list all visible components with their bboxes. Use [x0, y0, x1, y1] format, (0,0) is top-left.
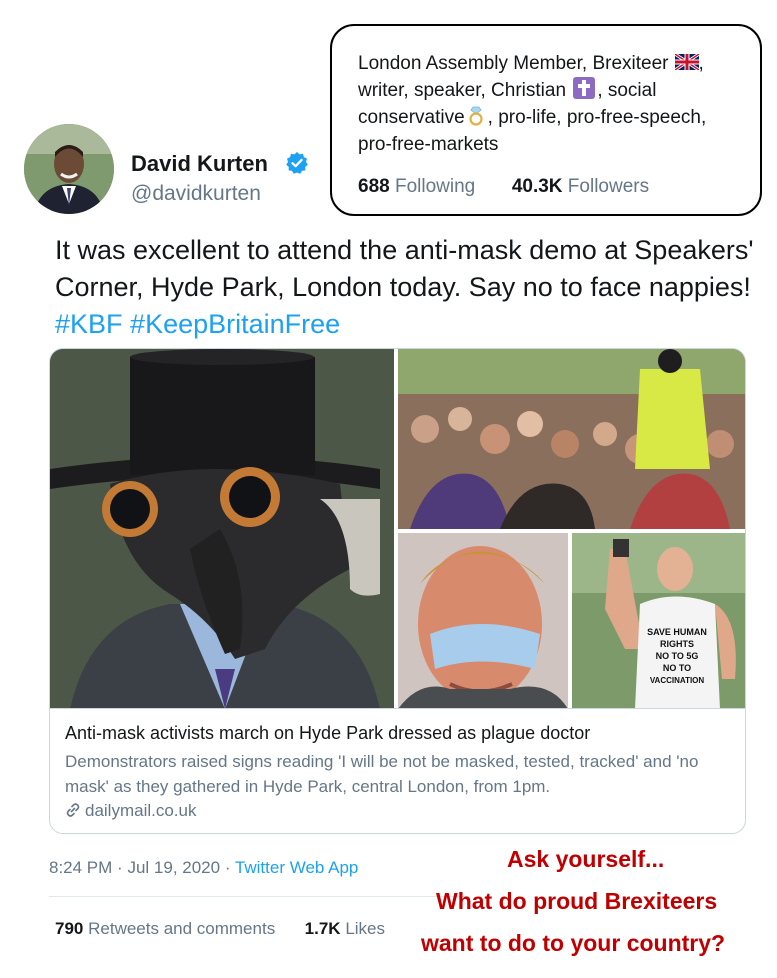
tweet-date[interactable]: Jul 19, 2020: [127, 858, 220, 877]
crowd-photo: [398, 349, 745, 529]
retweets-label: Retweets and comments: [88, 919, 276, 938]
meta-separator: ·: [117, 858, 123, 877]
card-domain-link[interactable]: dailymail.co.uk: [65, 801, 197, 821]
sign-holder-photo: SAVE HUMAN RIGHTS NO TO 5G NO TO VACCINA…: [572, 533, 745, 709]
retweets-link[interactable]: 790 Retweets and comments: [55, 919, 275, 938]
profile-handle[interactable]: @davidkurten: [131, 182, 261, 206]
sign-line-3: NO TO 5G: [656, 651, 699, 661]
hashtag-kbf[interactable]: #KBF: [55, 309, 123, 339]
bio-text: London Assembly Member, Brexiteer , writ…: [358, 50, 744, 158]
caption-line-1: Ask yourself...: [507, 846, 665, 872]
tweet-source-link[interactable]: Twitter Web App: [235, 858, 358, 877]
sign-line-5: VACCINATION: [650, 676, 705, 685]
hashtag-keepbritainfree[interactable]: #KeepBritainFree: [130, 309, 340, 339]
meta-separator-2: ·: [224, 858, 231, 877]
followers-label: Followers: [567, 176, 650, 197]
tweet-body: It was excellent to attend the anti-mask…: [55, 235, 754, 302]
card-domain: dailymail.co.uk: [85, 801, 197, 820]
sign-line-1: SAVE HUMAN: [647, 627, 707, 637]
caption-line-3: want to do to your country?: [421, 930, 726, 956]
divider: [49, 896, 469, 897]
verified-badge-icon: [285, 151, 309, 175]
link-icon: [66, 803, 80, 817]
ring-icon: [469, 106, 483, 126]
plague-doctor-photo: [50, 349, 394, 709]
retweets-count: 790: [55, 919, 84, 938]
followers-link[interactable]: 40.3K Followers: [512, 176, 649, 197]
avatar[interactable]: [24, 124, 114, 214]
followers-count: 40.3K: [511, 176, 563, 197]
tweet-meta: 8:24 PM · Jul 19, 2020 · Twitter Web App: [49, 858, 358, 878]
masked-man-photo: [398, 533, 568, 709]
engagement-stats: 790 Retweets and comments 1.7K Likes: [55, 919, 385, 939]
avatar-image: [24, 124, 114, 214]
following-link[interactable]: 688 Following: [358, 176, 475, 197]
tweet-text: It was excellent to attend the anti-mask…: [55, 232, 760, 343]
following-count: 688: [358, 176, 390, 197]
tweet-time[interactable]: 8:24 PM: [49, 858, 112, 877]
bio-part-1: London Assembly Member, Brexiteer: [358, 53, 669, 74]
card-title[interactable]: Anti-mask activists march on Hyde Park d…: [65, 723, 590, 744]
link-card[interactable]: SAVE HUMAN RIGHTS NO TO 5G NO TO VACCINA…: [49, 348, 746, 834]
card-description: Demonstrators raised signs reading 'I wi…: [65, 752, 699, 796]
profile-name[interactable]: David Kurten: [131, 151, 268, 177]
latin-cross-icon: [573, 77, 596, 99]
sign-line-2: RIGHTS: [660, 639, 694, 649]
likes-count: 1.7K: [304, 919, 341, 938]
following-label: Following: [394, 176, 476, 197]
likes-label: Likes: [345, 919, 386, 938]
card-image-collage[interactable]: SAVE HUMAN RIGHTS NO TO 5G NO TO VACCINA…: [50, 349, 745, 709]
likes-link[interactable]: 1.7K Likes: [305, 919, 385, 938]
profile-stats: 688 Following 40.3K Followers: [358, 176, 649, 198]
caption-line-2: What do proud Brexiteers: [436, 888, 718, 914]
sign-line-4: NO TO: [663, 663, 691, 673]
uk-flag-icon: [674, 54, 699, 70]
